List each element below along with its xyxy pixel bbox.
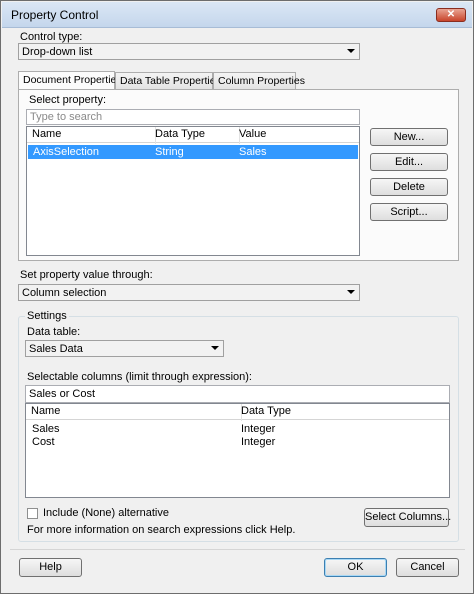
table-row[interactable]: Cost Integer (27, 435, 448, 449)
script-button[interactable]: Script... (370, 203, 448, 221)
select-columns-button[interactable]: Select Columns... (364, 508, 451, 527)
chevron-down-icon (347, 49, 355, 53)
set-value-value: Column selection (22, 287, 107, 299)
expression-value: Sales or Cost (29, 388, 96, 400)
data-table-dropdown[interactable]: Sales Data (25, 340, 224, 357)
tab-document-properties[interactable]: Document Properties (18, 71, 122, 90)
help-info-text: For more information on search expressio… (27, 524, 296, 536)
settings-group-label: Settings (25, 310, 69, 322)
set-value-dropdown[interactable]: Column selection (18, 284, 360, 301)
new-button[interactable]: New... (370, 128, 448, 146)
control-type-dropdown[interactable]: Drop-down list (18, 43, 360, 60)
property-control-dialog: Property Control ✕ Control type: Drop-do… (0, 0, 474, 594)
title-bar: Property Control ✕ (2, 2, 472, 28)
table-row[interactable]: Sales Integer (27, 422, 448, 436)
tab-data-table-properties[interactable]: Data Table Properties (115, 72, 221, 89)
row-data-type: Integer (241, 423, 276, 435)
property-list-header: Name Data Type Value (27, 127, 359, 144)
select-property-label: Select property: (29, 94, 107, 106)
selectable-columns-list[interactable]: Name Data Type Sales Integer Cost Intege… (25, 403, 450, 498)
control-type-label: Control type: (20, 31, 83, 43)
row-name: Sales (32, 423, 60, 435)
delete-button[interactable]: Delete (370, 178, 448, 196)
tab-column-properties[interactable]: Column Properties (213, 72, 305, 89)
property-search-input[interactable]: Type to search (26, 109, 360, 125)
tab-label: Data Table Properties (120, 75, 221, 87)
set-value-label: Set property value through: (20, 269, 153, 281)
row-name: Cost (32, 436, 55, 448)
search-placeholder: Type to search (30, 111, 103, 123)
control-type-value: Drop-down list (22, 46, 93, 58)
column-header-name[interactable]: Name (27, 127, 156, 144)
row-data-type: String (155, 146, 184, 158)
data-table-label: Data table: (27, 326, 81, 338)
help-button[interactable]: Help (19, 558, 82, 577)
property-list[interactable]: Name Data Type Value AxisSelection Strin… (26, 126, 360, 256)
include-none-label: Include (None) alternative (43, 507, 169, 519)
row-data-type: Integer (241, 436, 276, 448)
edit-button[interactable]: Edit... (370, 153, 448, 171)
column-header-value[interactable]: Value (234, 127, 364, 144)
selectable-columns-label: Selectable columns (limit through expres… (27, 371, 252, 383)
ok-button[interactable]: OK (324, 558, 387, 577)
window-title: Property Control (11, 8, 99, 22)
cancel-button[interactable]: Cancel (396, 558, 459, 577)
column-header-name[interactable]: Name (26, 404, 242, 421)
include-none-checkbox[interactable] (27, 508, 38, 519)
tab-label: Document Properties (23, 74, 122, 86)
columns-list-header: Name Data Type (26, 404, 449, 421)
column-header-data-type[interactable]: Data Type (150, 127, 240, 144)
column-header-data-type[interactable]: Data Type (236, 404, 454, 421)
close-icon: ✕ (446, 9, 456, 20)
row-name: AxisSelection (33, 146, 100, 158)
chevron-down-icon (211, 346, 219, 350)
data-table-value: Sales Data (29, 343, 83, 355)
expression-input[interactable]: Sales or Cost (25, 385, 450, 403)
chevron-down-icon (347, 290, 355, 294)
footer-divider (10, 549, 465, 550)
table-row[interactable]: AxisSelection String Sales (28, 145, 358, 159)
tab-label: Column Properties (218, 75, 305, 87)
close-button[interactable]: ✕ (436, 8, 466, 22)
row-value: Sales (239, 146, 267, 158)
